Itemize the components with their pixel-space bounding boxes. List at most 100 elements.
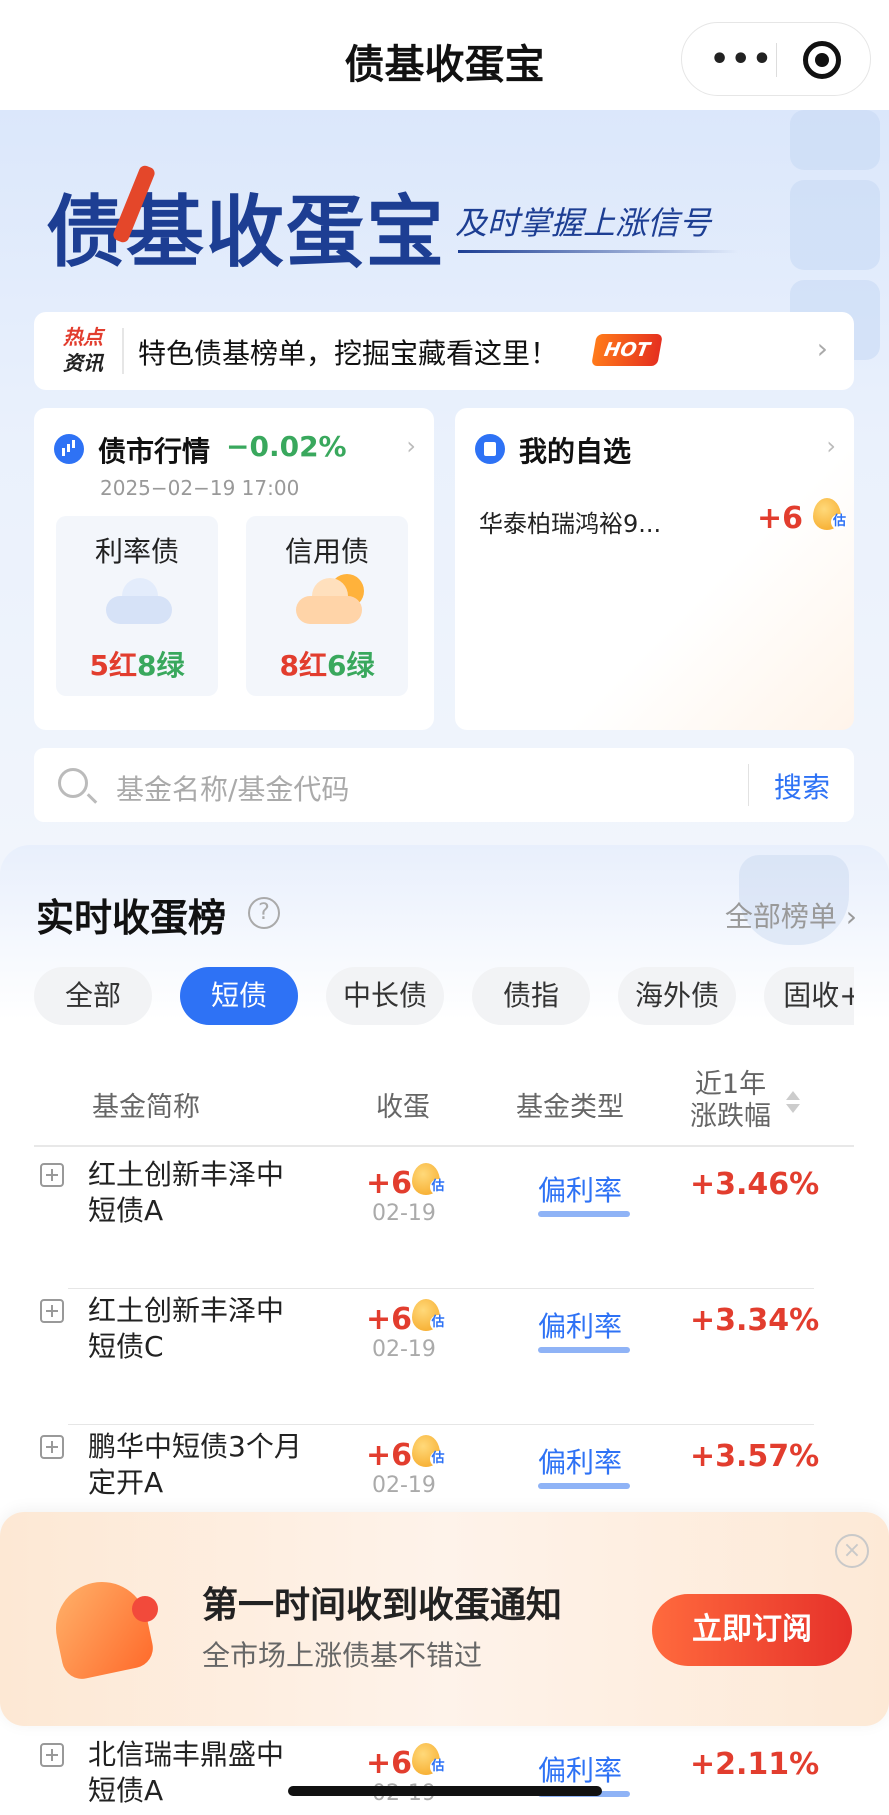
- add-watchlist-icon[interactable]: [40, 1163, 64, 1187]
- egg-date: 02-19: [372, 1337, 436, 1362]
- fund-type-bar: [538, 1211, 630, 1217]
- watchlist-fund-name[interactable]: 华泰柏瑞鸿裕9...: [479, 504, 661, 539]
- tab-mid-long-bond[interactable]: 中长债: [326, 967, 444, 1025]
- egg-number: +6: [366, 1438, 413, 1473]
- credit-bond-red-count: 8红: [279, 649, 327, 682]
- watchlist-egg-value: +6 估: [757, 498, 848, 536]
- egg-icon: 估: [412, 1435, 447, 1469]
- top-nav-bar: 债基收蛋宝 •••: [0, 0, 889, 110]
- banner-subtitle: 全市场上涨债基不错过: [202, 1639, 483, 1672]
- fund-type: 偏利率: [538, 1446, 623, 1479]
- estimate-mark: 估: [430, 1451, 447, 1467]
- decor-square: [790, 180, 880, 270]
- fund-name: 红土创新丰泽中短债A: [88, 1158, 285, 1227]
- tab-all[interactable]: 全部: [34, 967, 152, 1025]
- capsule-divider: [776, 43, 777, 77]
- category-tabs: 全部 短债 中长债 债指 海外债 固收+: [34, 967, 854, 1025]
- credit-bond-name: 信用债: [284, 535, 369, 568]
- hero-logo-text: 债基收蛋宝: [46, 188, 447, 278]
- cloudy-icon: [106, 578, 172, 624]
- credit-bond-card[interactable]: 信用债 8红6绿: [246, 516, 408, 696]
- partly-sunny-icon: [296, 574, 364, 624]
- close-miniprogram-icon[interactable]: [803, 41, 841, 79]
- tab-overseas-bond[interactable]: 海外债: [618, 967, 736, 1025]
- table-row[interactable]: 红土创新丰泽中短债A +6 估 02-19 偏利率 +3.46%: [34, 1153, 854, 1289]
- ranking-title: 实时收蛋榜: [36, 896, 227, 940]
- egg-number: +6: [366, 1302, 413, 1337]
- add-watchlist-icon[interactable]: [40, 1435, 64, 1459]
- rate-bond-green-count: 8绿: [137, 649, 185, 682]
- fund-type-bar: [538, 1483, 630, 1489]
- egg-number: +6: [366, 1166, 413, 1201]
- fund-type: 偏利率: [538, 1754, 623, 1787]
- table-row[interactable]: 北信瑞丰鼎盛中短债A +6估 02-19 偏利率 +2.11%: [34, 1733, 854, 1815]
- search-bar[interactable]: 基金名称/基金代码 搜索: [34, 748, 854, 822]
- hot-badge: HOT: [591, 334, 663, 366]
- return-1y: +2.11%: [690, 1747, 820, 1782]
- watchlist-card[interactable]: 我的自选 › 华泰柏瑞鸿裕9... +6 估: [455, 408, 854, 730]
- header-1y-return[interactable]: 近1年 涨跌幅: [690, 1069, 771, 1133]
- hot-news-text: 特色债基榜单，挖掘宝藏看这里！: [138, 337, 559, 370]
- fund-name: 红土创新丰泽中短债C: [88, 1294, 285, 1363]
- decor-square: [790, 110, 880, 170]
- egg-value: +6 估: [366, 1435, 447, 1473]
- return-1y: +3.57%: [690, 1439, 820, 1474]
- tab-bond-index[interactable]: 债指: [472, 967, 590, 1025]
- bookmark-icon: [475, 434, 505, 464]
- chevron-right-icon: ›: [406, 432, 416, 460]
- bar-chart-icon: [54, 434, 84, 464]
- add-watchlist-icon[interactable]: [40, 1743, 64, 1767]
- egg-value: +6 估: [366, 1163, 447, 1201]
- estimate-mark: 估: [430, 1315, 447, 1331]
- header-return-line2: 涨跌幅: [690, 1101, 771, 1132]
- bond-market-change: −0.02%: [226, 430, 347, 463]
- fund-name: 鹏华中短债3个月定开A: [88, 1430, 302, 1499]
- fund-type-bar: [538, 1347, 630, 1353]
- mini-program-capsule: •••: [681, 22, 871, 96]
- news-divider: [122, 328, 124, 374]
- fund-type: 偏利率: [538, 1310, 623, 1343]
- search-input[interactable]: 基金名称/基金代码: [116, 768, 349, 808]
- return-1y: +3.34%: [690, 1303, 820, 1338]
- watchlist-label: 我的自选: [519, 435, 632, 468]
- table-row[interactable]: 红土创新丰泽中短债C +6 估 02-19 偏利率 +3.34%: [34, 1289, 854, 1425]
- egg-date: 02-19: [372, 1473, 436, 1498]
- fund-name: 北信瑞丰鼎盛中短债A: [88, 1738, 285, 1807]
- subscribe-banner: 第一时间收到收蛋通知 全市场上涨债基不错过 立即订阅 ×: [0, 1512, 889, 1726]
- header-return-line1: 近1年: [694, 1069, 767, 1100]
- credit-bond-green-count: 6绿: [327, 649, 375, 682]
- estimate-mark: 估: [430, 1179, 447, 1195]
- chevron-right-icon: ›: [826, 432, 836, 460]
- hero-slogan: 及时掌握上涨信号: [455, 204, 712, 242]
- search-button[interactable]: 搜索: [774, 766, 830, 806]
- rate-bond-card[interactable]: 利率债 5红8绿: [56, 516, 218, 696]
- hot-news-tag-line1: 热点: [63, 325, 103, 349]
- rate-bond-name: 利率债: [94, 535, 179, 568]
- rate-bond-counts: 5红8绿: [56, 644, 218, 684]
- tab-fixed-income-plus[interactable]: 固收+: [764, 967, 854, 1025]
- slogan-underline: [458, 250, 738, 253]
- egg-value: +6 估: [366, 1299, 447, 1337]
- more-icon[interactable]: •••: [710, 45, 774, 75]
- bond-market-time: 2025−02−19 17:00: [100, 476, 300, 500]
- egg-date: 02-19: [372, 1201, 436, 1226]
- subscribe-button[interactable]: 立即订阅: [652, 1594, 852, 1666]
- home-indicator: [288, 1786, 602, 1796]
- tab-short-bond[interactable]: 短债: [180, 967, 298, 1025]
- header-fund-name: 基金简称: [92, 1092, 200, 1123]
- all-rankings-link[interactable]: 全部榜单 ›: [725, 895, 857, 935]
- credit-bond-counts: 8红6绿: [246, 644, 408, 684]
- hot-news-tag-line2: 资讯: [63, 351, 103, 375]
- add-watchlist-icon[interactable]: [40, 1299, 64, 1323]
- hot-news-bar[interactable]: 热点 资讯 特色债基榜单，挖掘宝藏看这里！ HOT ›: [34, 312, 854, 390]
- header-egg: 收蛋: [376, 1092, 430, 1123]
- egg-icon: 估: [412, 1743, 447, 1777]
- bond-market-card[interactable]: 债市行情 −0.02% › 2025−02−19 17:00 利率债 5红8绿 …: [34, 408, 434, 730]
- bell-icon: [47, 1573, 158, 1684]
- estimate-mark: 估: [831, 514, 848, 530]
- return-1y: +3.46%: [690, 1167, 820, 1202]
- estimate-mark: 估: [430, 1759, 447, 1775]
- egg-icon: 估: [813, 498, 848, 532]
- help-icon[interactable]: ?: [248, 897, 280, 929]
- close-icon[interactable]: ×: [835, 1534, 869, 1568]
